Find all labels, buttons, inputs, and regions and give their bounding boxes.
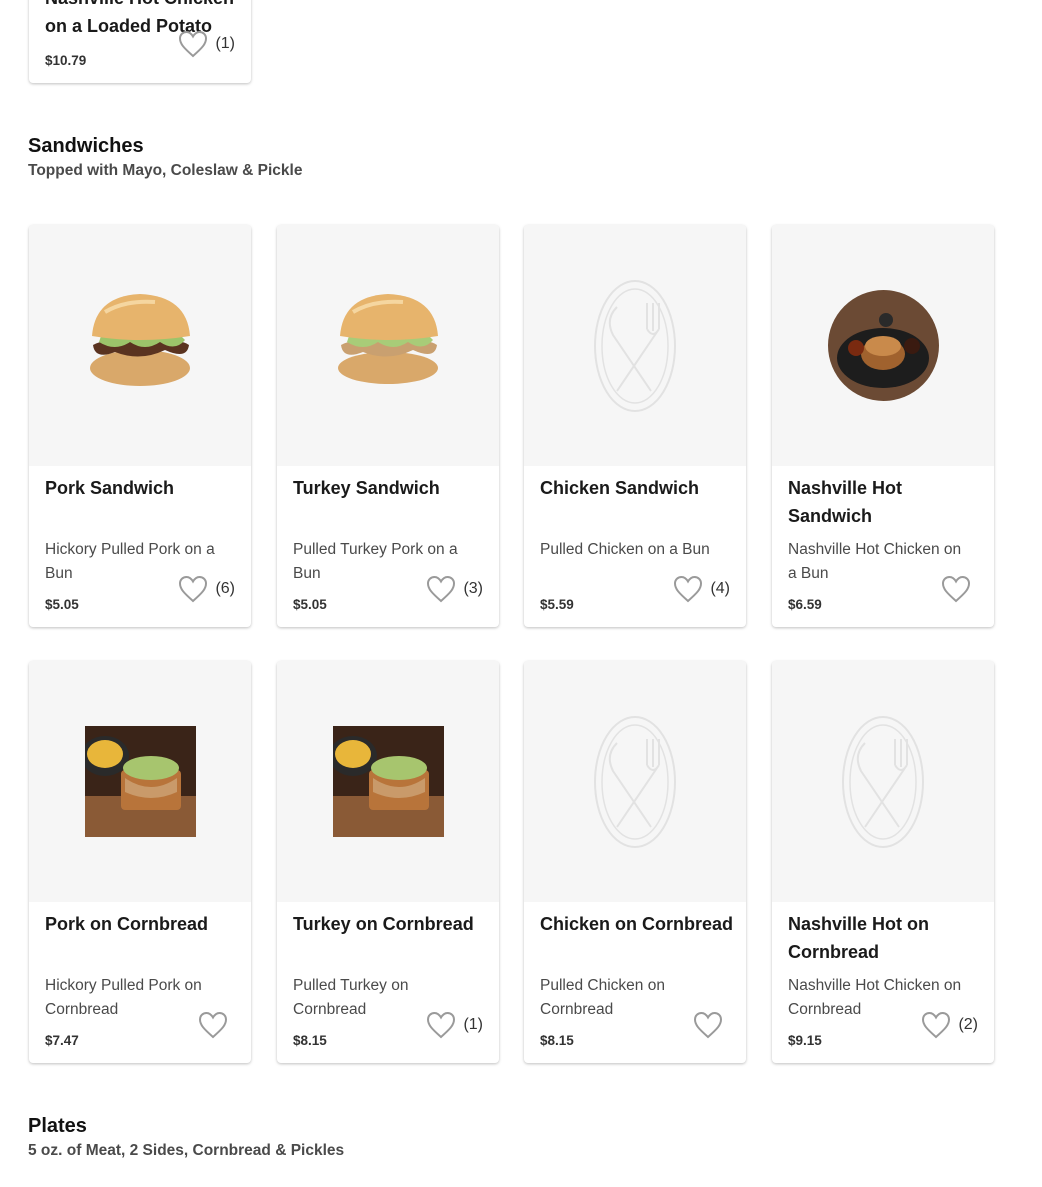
heart-icon[interactable] <box>672 574 704 604</box>
favorite-count: (2) <box>958 1016 978 1033</box>
section-title: Plates <box>28 1115 87 1137</box>
item-description: Pulled Chicken on a Bun <box>540 541 710 558</box>
cornbread-image <box>84 726 196 837</box>
item-image-area <box>29 225 251 466</box>
item-price: $9.15 <box>788 1033 822 1048</box>
utensils-placeholder-icon <box>842 715 924 848</box>
menu-item-card[interactable]: Nashville Hot Chicken on a Loaded Potato… <box>29 0 251 83</box>
item-price: $10.79 <box>45 53 87 68</box>
menu-item-card[interactable]: Chicken Sandwich Pulled Chicken on a Bun… <box>524 225 746 627</box>
utensils-placeholder-icon <box>594 715 676 848</box>
heart-icon[interactable] <box>177 574 209 604</box>
item-image-area <box>29 661 251 902</box>
item-price: $5.59 <box>540 597 574 612</box>
section-title: Sandwiches <box>28 135 144 157</box>
section-subtitle: 5 oz. of Meat, 2 Sides, Cornbread & Pick… <box>28 1142 345 1159</box>
item-image-area <box>277 225 499 466</box>
item-name: Nashville Hot Sandwich <box>788 478 903 526</box>
favorite-control[interactable] <box>940 574 978 604</box>
heart-icon[interactable] <box>920 1010 952 1040</box>
heart-icon[interactable] <box>425 574 457 604</box>
item-image-area <box>772 661 994 902</box>
utensils-placeholder-icon <box>594 279 676 412</box>
favorite-count: (4) <box>710 580 730 597</box>
menu-item-card[interactable]: Turkey Sandwich Pulled Turkey Pork on a … <box>277 225 499 627</box>
favorite-control[interactable]: (1) <box>177 29 235 59</box>
menu-item-card[interactable]: Chicken on Cornbread Pulled Chicken on C… <box>524 661 746 1063</box>
item-name: Turkey on Cornbread <box>293 914 474 934</box>
heart-icon[interactable] <box>692 1010 724 1040</box>
item-name: Chicken on Cornbread <box>540 914 734 934</box>
item-price: $8.15 <box>540 1033 574 1048</box>
item-price: $5.05 <box>293 597 327 612</box>
menu-item-card[interactable]: Turkey on Cornbread Pulled Turkey on Cor… <box>277 661 499 1063</box>
item-image-area <box>524 225 746 466</box>
favorite-count: (3) <box>463 580 483 597</box>
sandwich-image <box>89 294 190 386</box>
menu-item-card[interactable]: Nashville Hot on Cornbread Nashville Hot… <box>772 661 994 1063</box>
favorite-count: (1) <box>463 1016 483 1033</box>
favorite-count: (1) <box>215 35 235 52</box>
favorite-control[interactable]: (4) <box>672 574 730 604</box>
item-price: $6.59 <box>788 597 822 612</box>
menu-item-card[interactable]: Nashville Hot Sandwich Nashville Hot Chi… <box>772 225 994 627</box>
favorite-control[interactable]: (1) <box>425 1010 483 1040</box>
favorite-control[interactable]: (2) <box>920 1010 978 1040</box>
favorite-control[interactable] <box>197 1010 235 1040</box>
heart-icon[interactable] <box>940 574 972 604</box>
item-name: Pork on Cornbread <box>45 914 209 934</box>
favorite-control[interactable]: (3) <box>425 574 483 604</box>
heart-icon[interactable] <box>177 29 209 59</box>
item-price: $7.47 <box>45 1033 79 1048</box>
item-name: Nashville Hot on Cornbread <box>788 914 930 962</box>
heart-icon[interactable] <box>197 1010 229 1040</box>
favorite-control[interactable] <box>692 1010 730 1040</box>
cornbread-image <box>332 726 444 837</box>
menu-item-card[interactable]: Pork Sandwich Hickory Pulled Pork on a B… <box>29 225 251 627</box>
plated-sandwich-image <box>827 290 939 401</box>
item-image-area <box>524 661 746 902</box>
item-name: Chicken Sandwich <box>540 478 700 498</box>
heart-icon[interactable] <box>425 1010 457 1040</box>
item-name: Turkey Sandwich <box>293 478 440 498</box>
item-image-area <box>772 225 994 466</box>
sandwich-image <box>337 294 438 384</box>
item-name: Pork Sandwich <box>45 478 175 498</box>
item-image-area <box>277 661 499 902</box>
favorite-control[interactable]: (6) <box>177 574 235 604</box>
item-price: $8.15 <box>293 1033 327 1048</box>
item-price: $5.05 <box>45 597 79 612</box>
menu-item-card[interactable]: Pork on Cornbread Hickory Pulled Pork on… <box>29 661 251 1063</box>
favorite-count: (6) <box>215 580 235 597</box>
section-subtitle: Topped with Mayo, Coleslaw & Pickle <box>28 162 303 179</box>
